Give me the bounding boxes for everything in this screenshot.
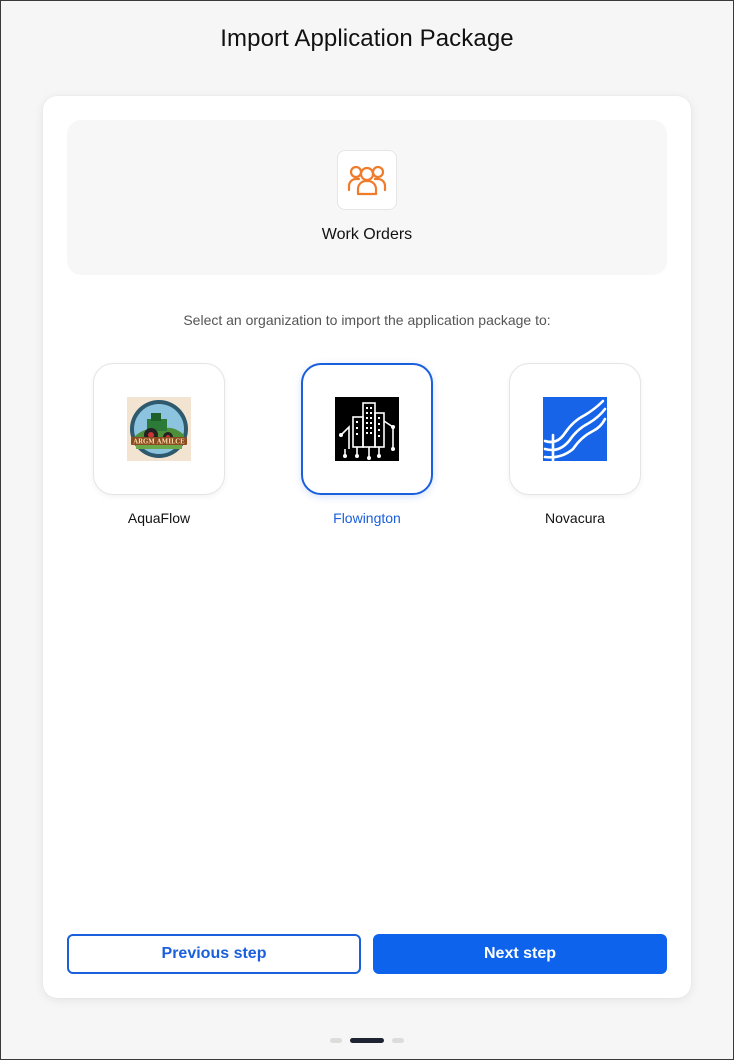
import-card: Work Orders Select an organization to im… (43, 96, 691, 998)
org-option-flowington[interactable]: Flowington (301, 363, 433, 526)
previous-step-button[interactable]: Previous step (67, 934, 361, 974)
step-dot (330, 1038, 342, 1043)
application-panel: Work Orders (67, 120, 667, 275)
city-circuit-logo (335, 397, 399, 461)
step-indicator (1, 1038, 733, 1043)
org-option-aquaflow[interactable]: ARGM AMILCE AquaFlow (93, 363, 225, 526)
org-tile[interactable]: ARGM AMILCE (93, 363, 225, 495)
group-people-icon (347, 165, 387, 196)
tractor-badge-logo: ARGM AMILCE (127, 397, 191, 461)
waves-logo (543, 397, 607, 461)
org-tile[interactable] (509, 363, 641, 495)
application-name: Work Orders (321, 226, 413, 243)
window-frame: Import Application Package Work Orders S… (0, 0, 734, 1060)
step-dot-active (350, 1038, 384, 1043)
org-name: AquaFlow (127, 510, 191, 526)
org-name: Novacura (545, 510, 605, 526)
application-icon-tile (337, 150, 397, 210)
svg-text:ARGM AMILCE: ARGM AMILCE (132, 439, 185, 446)
instruction-text: Select an organization to import the app… (183, 312, 551, 328)
org-option-novacura[interactable]: Novacura (509, 363, 641, 526)
next-step-button[interactable]: Next step (373, 934, 667, 974)
step-dot (392, 1038, 404, 1043)
page-title: Import Application Package (220, 25, 514, 52)
org-tile[interactable] (301, 363, 433, 495)
org-name: Flowington (333, 510, 401, 526)
